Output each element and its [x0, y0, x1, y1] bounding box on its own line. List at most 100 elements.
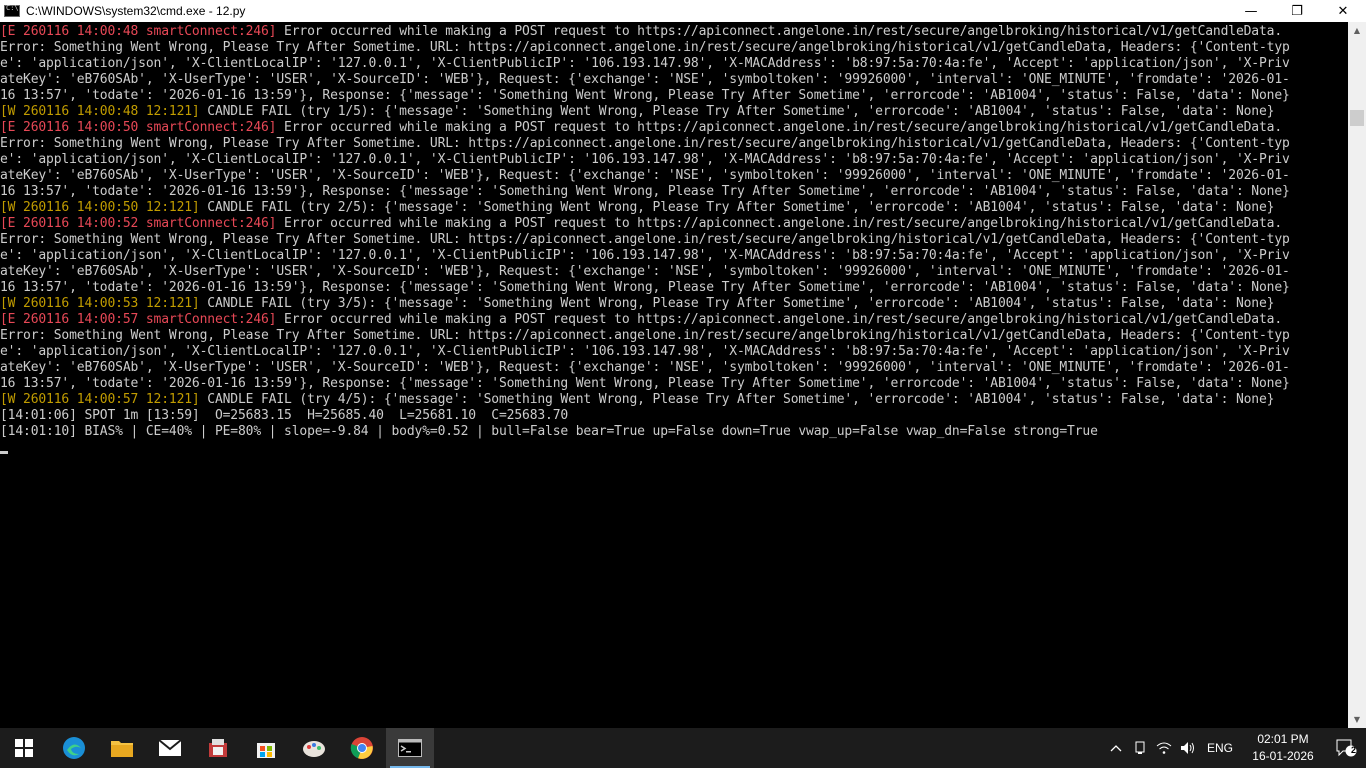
console-line-text: ateKey': 'eB760SAb', 'X-UserType': 'USER… [0, 168, 1290, 183]
console-line: e': 'application/json', 'X-ClientLocalIP… [0, 344, 1348, 360]
console-line-text: Error: Something Went Wrong, Please Try … [0, 136, 1290, 151]
error-prefix: [E 260116 14:00:48 smartConnect:246] [0, 24, 277, 39]
console-line: Error: Something Went Wrong, Please Try … [0, 40, 1348, 56]
wifi-icon[interactable] [1152, 741, 1176, 755]
maximize-button[interactable]: ❐ [1274, 0, 1320, 22]
volume-icon[interactable] [1176, 741, 1200, 755]
store-app[interactable] [242, 728, 290, 768]
console-line-text: 16 13:57', 'todate': '2026-01-16 13:59'}… [0, 184, 1290, 199]
console-line-text: ateKey': 'eB760SAb', 'X-UserType': 'USER… [0, 72, 1290, 87]
cmd-window-icon[interactable] [4, 4, 20, 17]
console-line-text: Error: Something Went Wrong, Please Try … [0, 40, 1290, 55]
title-bar[interactable]: C:\WINDOWS\system32\cmd.exe - 12.py — ❐ … [0, 0, 1366, 22]
console-line: e': 'application/json', 'X-ClientLocalIP… [0, 248, 1348, 264]
console-line-text: 16 13:57', 'todate': '2026-01-16 13:59'}… [0, 88, 1290, 103]
taskbar: ENG 02:01 PM 16-01-2026 2 [0, 728, 1366, 768]
console-line-text: CANDLE FAIL (try 2/5): {'message': 'Some… [199, 200, 1275, 215]
console-line-text: ateKey': 'eB760SAb', 'X-UserType': 'USER… [0, 264, 1290, 279]
console-line-text: CANDLE FAIL (try 1/5): {'message': 'Some… [199, 104, 1275, 119]
console-line: [E 260116 14:00:57 smartConnect:246] Err… [0, 312, 1348, 328]
minimize-button[interactable]: — [1228, 0, 1274, 22]
show-hidden-icons-chevron-up-icon[interactable] [1104, 744, 1128, 752]
app-generic[interactable] [194, 728, 242, 768]
error-prefix: [E 260116 14:00:52 smartConnect:246] [0, 216, 277, 231]
console-line: [W 260116 14:00:48 12:121] CANDLE FAIL (… [0, 104, 1348, 120]
edge-app[interactable] [50, 728, 98, 768]
console-line: Error: Something Went Wrong, Please Try … [0, 232, 1348, 248]
console-line-text: 16 13:57', 'todate': '2026-01-16 13:59'}… [0, 376, 1290, 391]
close-button[interactable]: ✕ [1320, 0, 1366, 22]
vertical-scrollbar[interactable]: ▲ ▼ [1348, 22, 1366, 728]
mail-app[interactable] [146, 728, 194, 768]
clock-time: 02:01 PM [1257, 732, 1309, 746]
console-line-text: 16 13:57', 'todate': '2026-01-16 13:59'}… [0, 280, 1290, 295]
edge-icon [63, 737, 85, 759]
console-line: [14:01:10] BIAS% | CE=40% | PE=80% | slo… [0, 424, 1348, 440]
chrome-app[interactable] [338, 728, 386, 768]
start-button[interactable] [0, 728, 48, 768]
window-title: C:\WINDOWS\system32\cmd.exe - 12.py [26, 4, 246, 18]
console-line: 16 13:57', 'todate': '2026-01-16 13:59'}… [0, 280, 1348, 296]
console-line: [W 260116 14:00:50 12:121] CANDLE FAIL (… [0, 200, 1348, 216]
console-line: 16 13:57', 'todate': '2026-01-16 13:59'}… [0, 376, 1348, 392]
console-line-text: Error occurred while making a POST reque… [276, 312, 1283, 327]
console-line: 16 13:57', 'todate': '2026-01-16 13:59'}… [0, 88, 1348, 104]
notification-count: 2 [1350, 745, 1356, 755]
clock[interactable]: 02:01 PM 16-01-2026 [1240, 731, 1326, 765]
warning-prefix: [W 260116 14:00:48 12:121] [0, 104, 200, 119]
cmd-icon [398, 739, 422, 757]
store-icon [257, 743, 275, 758]
console-line-text: Error: Something Went Wrong, Please Try … [0, 232, 1290, 247]
console-line-text: Error occurred while making a POST reque… [276, 216, 1283, 231]
console-line: [14:01:06] SPOT 1m [13:59] O=25683.15 H=… [0, 408, 1348, 424]
error-prefix: [E 260116 14:00:57 smartConnect:246] [0, 312, 277, 327]
language-indicator[interactable]: ENG [1200, 741, 1240, 755]
console-line-text: CANDLE FAIL (try 4/5): {'message': 'Some… [199, 392, 1275, 407]
scroll-up-arrow-icon[interactable]: ▲ [1348, 22, 1366, 39]
error-prefix: [E 260116 14:00:50 smartConnect:246] [0, 120, 277, 135]
console-line: [E 260116 14:00:52 smartConnect:246] Err… [0, 216, 1348, 232]
console-line: Error: Something Went Wrong, Please Try … [0, 136, 1348, 152]
console-output[interactable]: [E 260116 14:00:48 smartConnect:246] Err… [0, 22, 1348, 728]
app-icon [209, 739, 227, 757]
paint-app[interactable] [290, 728, 338, 768]
console-line-text: e': 'application/json', 'X-ClientLocalIP… [0, 344, 1290, 359]
console-line-text: CANDLE FAIL (try 3/5): {'message': 'Some… [199, 296, 1275, 311]
console-line-text: e': 'application/json', 'X-ClientLocalIP… [0, 56, 1290, 71]
console-line-text: e': 'application/json', 'X-ClientLocalIP… [0, 152, 1290, 167]
paint-icon [303, 741, 325, 757]
console-line: [W 260116 14:00:53 12:121] CANDLE FAIL (… [0, 296, 1348, 312]
console-line: [E 260116 14:00:48 smartConnect:246] Err… [0, 24, 1348, 40]
console-line: ateKey': 'eB760SAb', 'X-UserType': 'USER… [0, 168, 1348, 184]
cmd-app[interactable] [386, 728, 434, 768]
text-cursor [0, 451, 8, 454]
console-line: Error: Something Went Wrong, Please Try … [0, 328, 1348, 344]
console-line-text: e': 'application/json', 'X-ClientLocalIP… [0, 248, 1290, 263]
clock-date: 16-01-2026 [1252, 749, 1314, 763]
console-line: e': 'application/json', 'X-ClientLocalIP… [0, 56, 1348, 72]
console-line-text: [14:01:06] SPOT 1m [13:59] O=25683.15 H=… [0, 408, 569, 423]
console-line-text: [14:01:10] BIAS% | CE=40% | PE=80% | slo… [0, 424, 1098, 439]
warning-prefix: [W 260116 14:00:53 12:121] [0, 296, 200, 311]
console-line: ateKey': 'eB760SAb', 'X-UserType': 'USER… [0, 360, 1348, 376]
notification-center-button[interactable]: 2 [1326, 738, 1366, 758]
console-line: ateKey': 'eB760SAb', 'X-UserType': 'USER… [0, 72, 1348, 88]
console-line-text: Error occurred while making a POST reque… [276, 24, 1283, 39]
warning-prefix: [W 260116 14:00:57 12:121] [0, 392, 200, 407]
device-icon[interactable] [1128, 741, 1152, 755]
console-line: [W 260116 14:00:57 12:121] CANDLE FAIL (… [0, 392, 1348, 408]
folder-icon [111, 741, 133, 757]
mail-icon [158, 739, 182, 756]
console-line-text: ateKey': 'eB760SAb', 'X-UserType': 'USER… [0, 360, 1290, 375]
windows-logo-icon [15, 739, 33, 757]
console-line-text: Error occurred while making a POST reque… [276, 120, 1283, 135]
system-tray: ENG 02:01 PM 16-01-2026 2 [1104, 728, 1366, 768]
console-line: e': 'application/json', 'X-ClientLocalIP… [0, 152, 1348, 168]
console-line: [E 260116 14:00:50 smartConnect:246] Err… [0, 120, 1348, 136]
console-line: ateKey': 'eB760SAb', 'X-UserType': 'USER… [0, 264, 1348, 280]
console-line: 16 13:57', 'todate': '2026-01-16 13:59'}… [0, 184, 1348, 200]
scroll-thumb[interactable] [1350, 110, 1364, 126]
scroll-down-arrow-icon[interactable]: ▼ [1348, 711, 1366, 728]
file-explorer-app[interactable] [98, 728, 146, 768]
warning-prefix: [W 260116 14:00:50 12:121] [0, 200, 200, 215]
